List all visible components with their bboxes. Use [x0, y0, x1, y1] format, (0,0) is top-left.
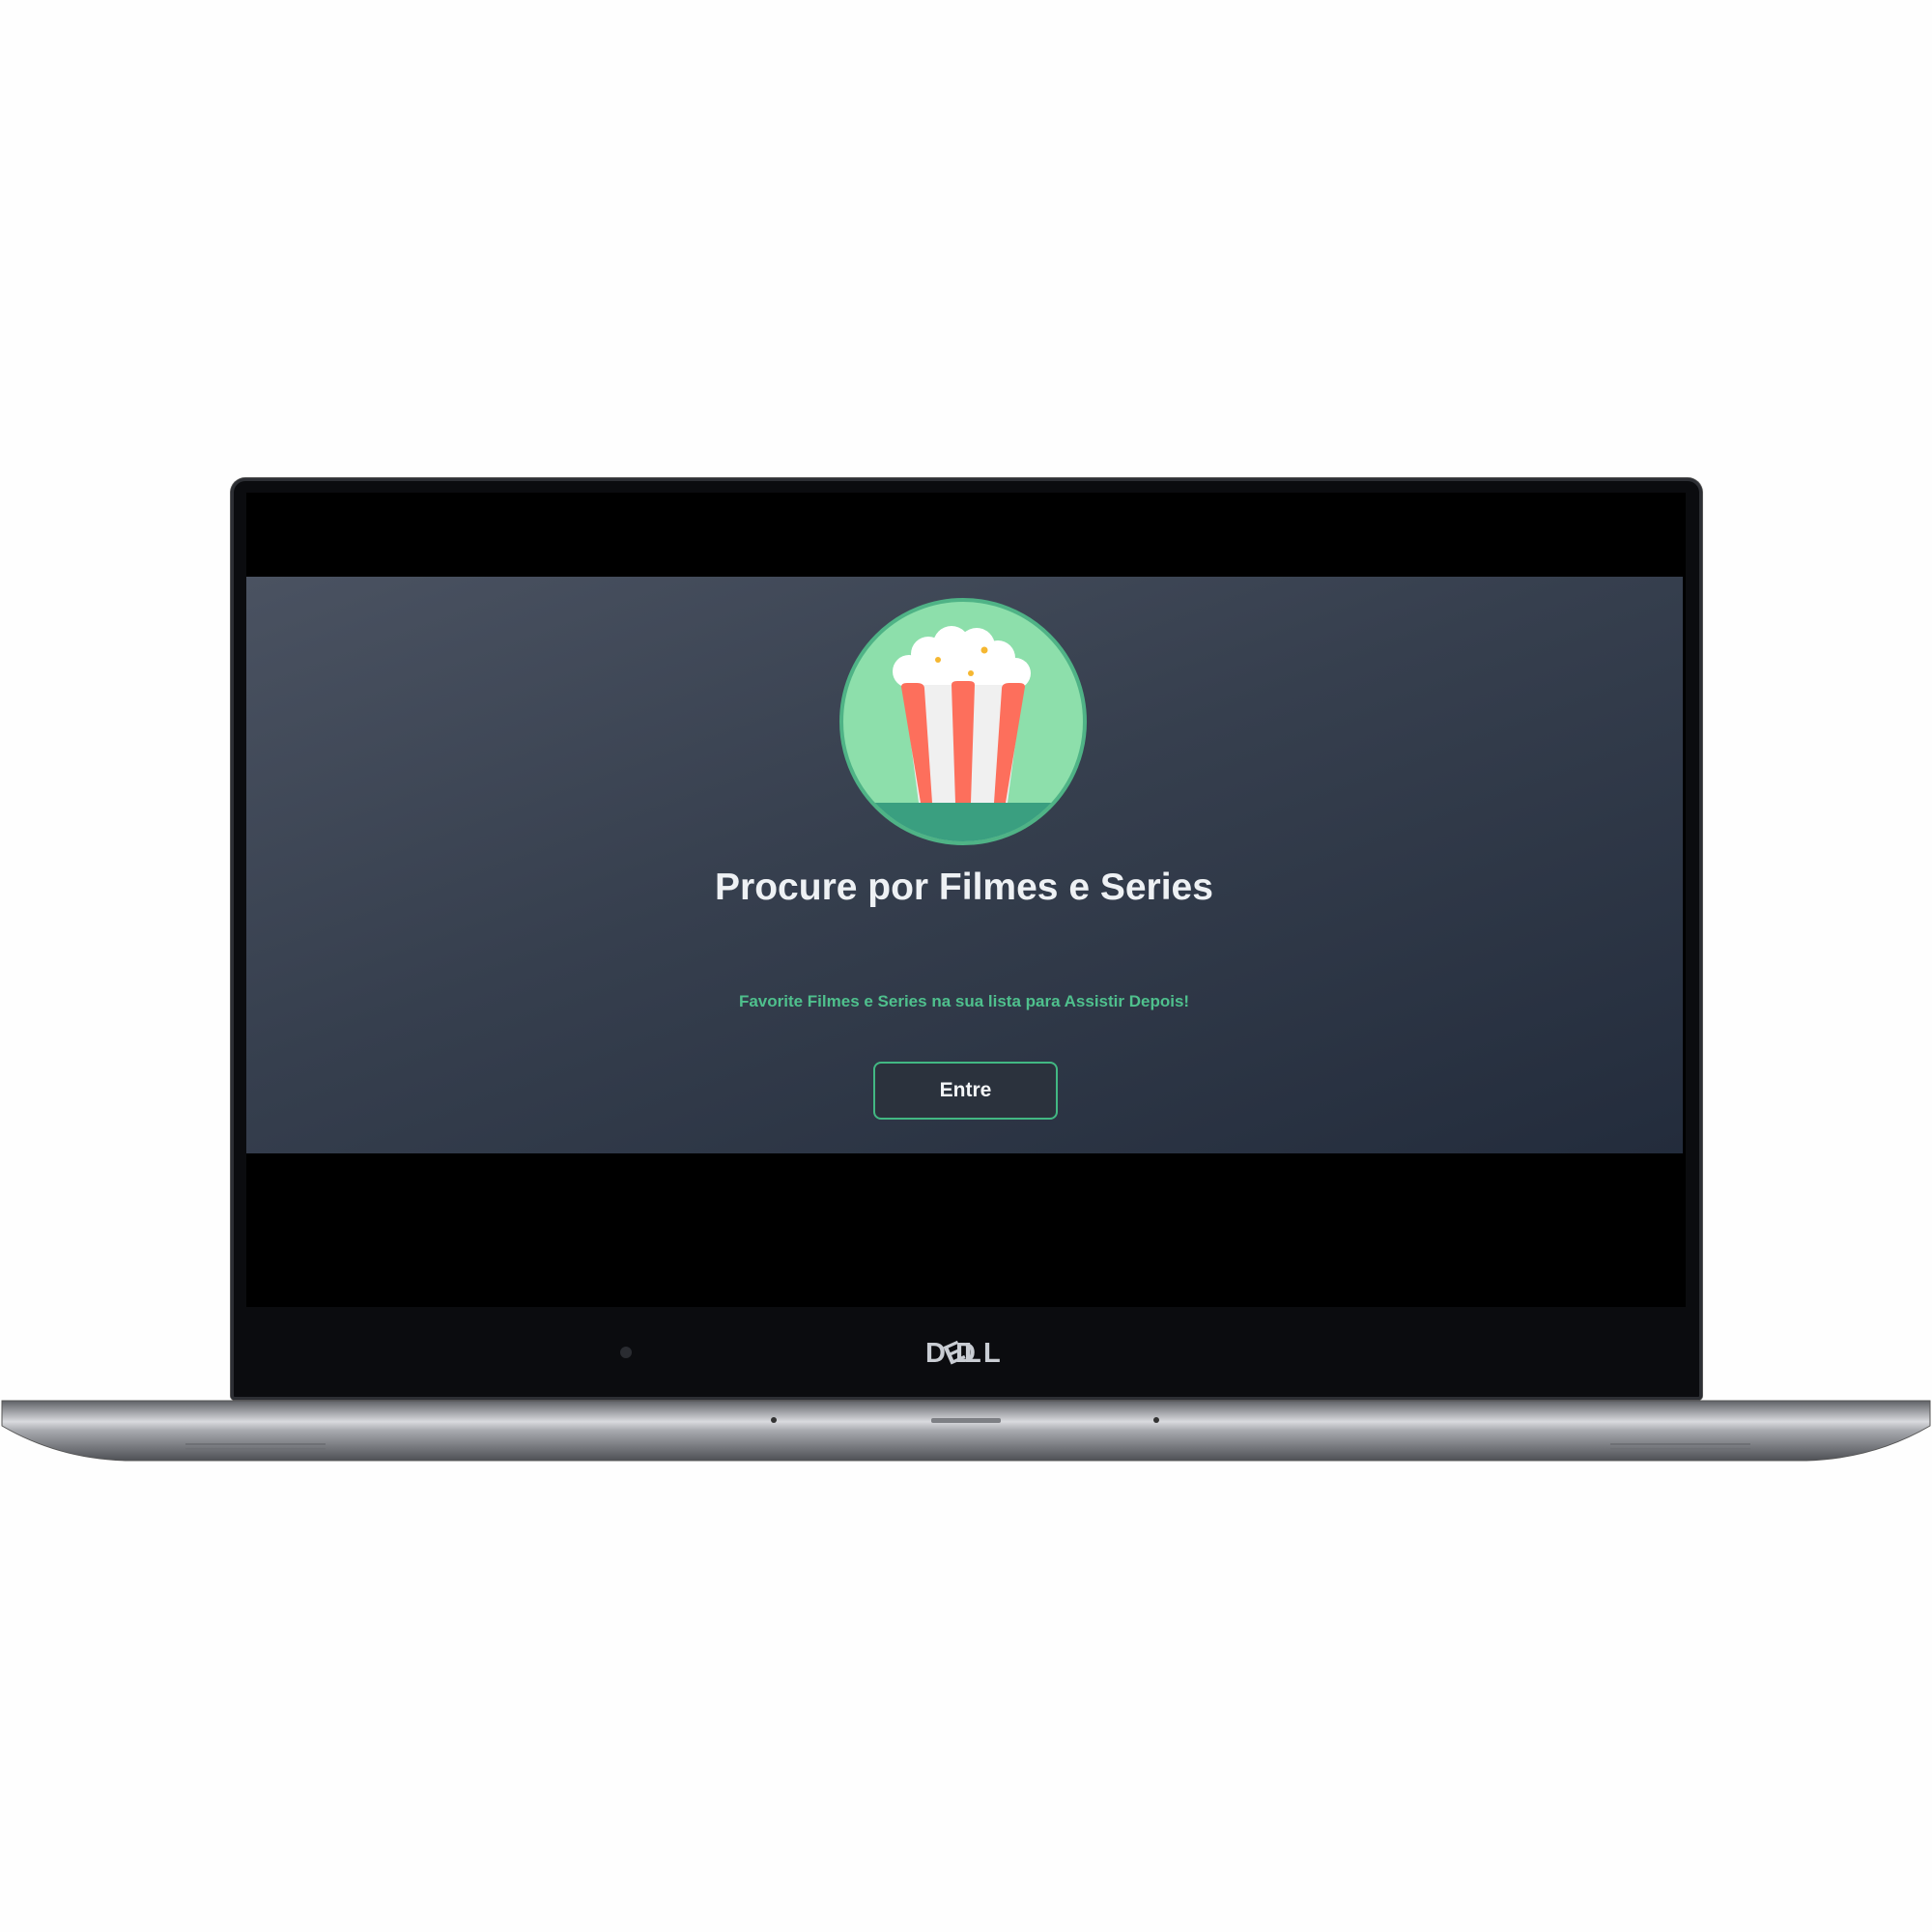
app-viewport: Procure por Filmes e Series Favorite Fil… [246, 577, 1683, 1153]
stage: Procure por Filmes e Series Favorite Fil… [0, 0, 1932, 1932]
enter-button[interactable]: Entre [873, 1062, 1058, 1120]
svg-text:L: L [983, 1338, 1001, 1368]
popcorn-logo [839, 598, 1087, 845]
laptop-base [1, 1400, 1931, 1462]
svg-text:L: L [964, 1338, 981, 1368]
hero-title: Procure por Filmes e Series [715, 867, 1213, 908]
laptop-screen: Procure por Filmes e Series Favorite Fil… [246, 493, 1686, 1307]
brand-logo: D D E L L [925, 1337, 1001, 1368]
hero-subtitle: Favorite Filmes e Series na sua lista pa… [738, 992, 1190, 1010]
webcam-dot [620, 1347, 632, 1358]
